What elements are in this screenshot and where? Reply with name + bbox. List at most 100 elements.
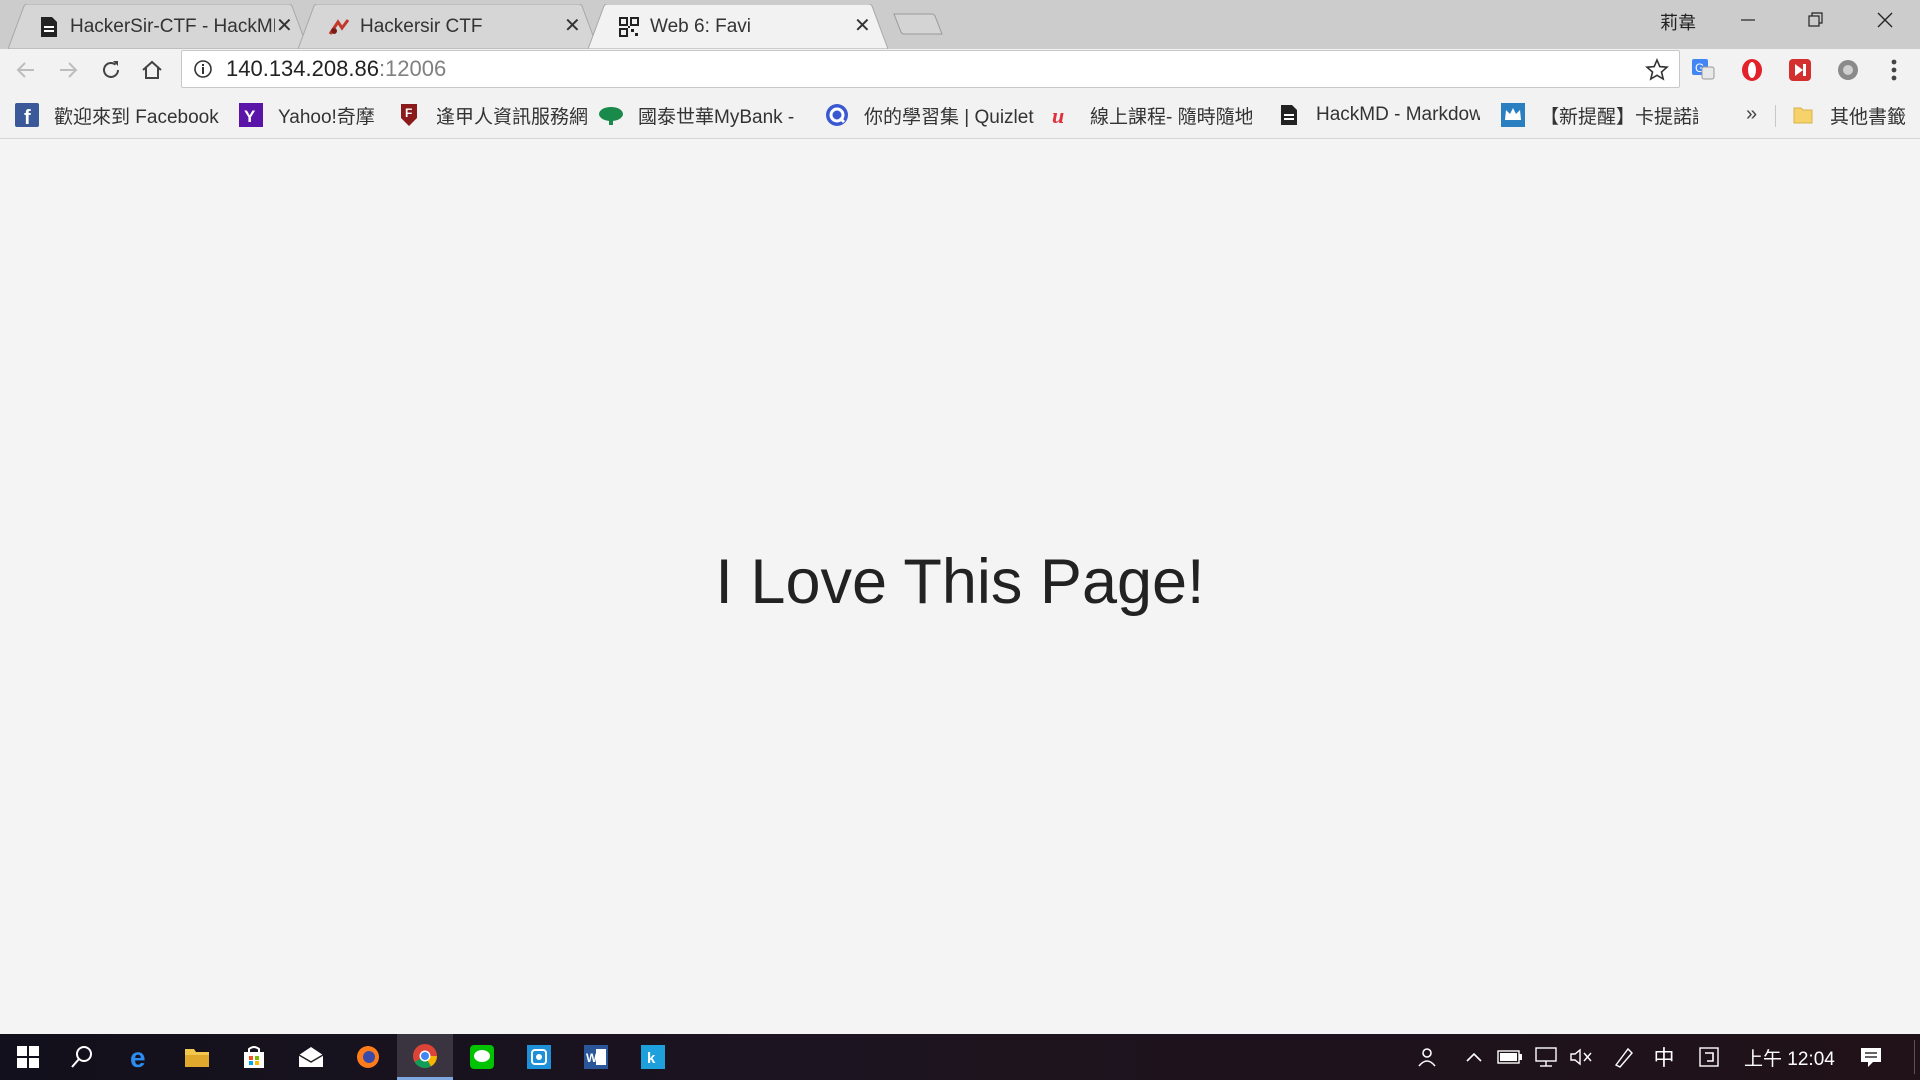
- reload-button[interactable]: [95, 54, 127, 86]
- close-tab-icon[interactable]: ✕: [564, 13, 581, 38]
- address-bar[interactable]: 140.134.208.86:12006: [181, 50, 1680, 88]
- people-button[interactable]: [1416, 1034, 1440, 1080]
- mail-icon: [298, 1047, 324, 1067]
- ime-options-button[interactable]: [1695, 1034, 1723, 1080]
- taskbar-word[interactable]: W: [568, 1034, 624, 1080]
- network-button[interactable]: [1532, 1034, 1560, 1080]
- opera-extension-icon[interactable]: [1738, 56, 1766, 84]
- bookmark-label: 線上課程- 隨時隨地: [1090, 106, 1252, 128]
- bookmark-label: 其他書籤: [1830, 106, 1907, 128]
- taskbar-chrome[interactable]: [397, 1034, 453, 1080]
- qr-icon: [618, 16, 640, 38]
- line-app-icon: [470, 1045, 494, 1069]
- home-icon: [142, 60, 162, 79]
- camera-app-icon: [527, 1045, 551, 1069]
- udemy-icon: u: [1050, 102, 1076, 128]
- ghost-extension-icon[interactable]: [1834, 56, 1862, 84]
- close-tab-icon[interactable]: ✕: [276, 13, 293, 38]
- quizlet-icon: [824, 102, 850, 128]
- reload-icon: [103, 61, 119, 78]
- url-host: 140.134.208.86: [226, 56, 379, 81]
- taskbar-app-k[interactable]: k: [625, 1034, 681, 1080]
- start-button[interactable]: [0, 1034, 56, 1080]
- tab-web6-favi[interactable]: Web 6: Favi ✕: [588, 4, 888, 49]
- taskbar-file-explorer[interactable]: [169, 1034, 225, 1080]
- taskbar-firefox[interactable]: [340, 1034, 396, 1080]
- home-button[interactable]: [136, 54, 168, 86]
- page-content: I Love This Page!: [0, 140, 1920, 1034]
- ime-icon: [1699, 1047, 1719, 1067]
- taskbar-mail[interactable]: [283, 1034, 339, 1080]
- tab-title: Web 6: Favi: [650, 15, 752, 37]
- svg-text:k: k: [647, 1050, 656, 1067]
- show-desktop-button[interactable]: [1914, 1040, 1915, 1074]
- bookmarks-divider: [1775, 105, 1776, 127]
- folder-icon: [1790, 102, 1816, 128]
- windows-icon: [17, 1046, 39, 1068]
- taskbar-app-camera[interactable]: [511, 1034, 567, 1080]
- cathay-tree-icon: [598, 102, 624, 128]
- network-icon: [1535, 1047, 1557, 1067]
- tab-hackersir[interactable]: Hackersir CTF ✕: [298, 4, 598, 49]
- search-button[interactable]: [54, 1034, 110, 1080]
- bookmark-label: Yahoo!奇摩: [278, 106, 375, 128]
- info-icon[interactable]: [192, 58, 214, 80]
- close-tab-icon[interactable]: ✕: [854, 13, 871, 38]
- more-bookmarks-button[interactable]: »: [1746, 103, 1757, 126]
- chrome-icon: [413, 1043, 437, 1068]
- ime-mode-indicator[interactable]: 中: [1650, 1034, 1678, 1080]
- back-arrow-icon: [16, 62, 34, 78]
- battery-button[interactable]: [1496, 1034, 1524, 1080]
- browser-toolbar: 140.134.208.86:12006 G: [0, 49, 1920, 91]
- bookmark-cathay[interactable]: 國泰世華MyBank - I: [598, 101, 798, 129]
- bookmark-label: 國泰世華MyBank - I: [638, 106, 798, 128]
- bookmark-hackmd[interactable]: HackMD - Markdow: [1276, 101, 1480, 129]
- taskbar-line[interactable]: [454, 1034, 510, 1080]
- people-icon: [1418, 1048, 1436, 1067]
- bookmark-label: 歡迎來到 Facebook: [54, 106, 219, 128]
- media-extension-icon[interactable]: [1786, 56, 1814, 84]
- profile-name[interactable]: 莉韋: [1660, 9, 1696, 35]
- bookmark-yahoo[interactable]: Y Yahoo!奇摩: [238, 101, 375, 129]
- battery-icon: [1497, 1050, 1522, 1064]
- show-hidden-icons-button[interactable]: [1462, 1034, 1486, 1080]
- forward-button[interactable]: [52, 54, 84, 86]
- tab-hackmd[interactable]: HackerSir-CTF - HackMD ✕: [8, 4, 308, 49]
- taskbar-edge[interactable]: e: [113, 1034, 169, 1080]
- minimize-icon: [1741, 19, 1755, 21]
- svg-text:e: e: [130, 1044, 146, 1070]
- facebook-icon: f: [14, 102, 40, 128]
- edge-icon: e: [130, 1044, 146, 1070]
- close-window-button[interactable]: [1850, 0, 1920, 40]
- bookmarks-bar: f 歡迎來到 Facebook Y Yahoo!奇摩 F 逢甲人資訊服務網 國泰…: [0, 91, 1920, 139]
- volume-button[interactable]: [1568, 1034, 1596, 1080]
- action-center-button[interactable]: [1856, 1034, 1886, 1080]
- bookmark-label: 【新提醒】卡提諾論: [1540, 106, 1698, 128]
- bookmark-star-icon[interactable]: [1643, 56, 1671, 84]
- svg-text:u: u: [1052, 103, 1064, 127]
- document-icon: [1276, 102, 1302, 128]
- bookmark-quizlet[interactable]: 你的學習集 | Quizlet: [824, 101, 1034, 129]
- bookmark-ck101[interactable]: 【新提醒】卡提諾論: [1500, 101, 1698, 129]
- bookmark-udemy[interactable]: u 線上課程- 隨時隨地: [1050, 101, 1252, 129]
- pen-icon: [1614, 1047, 1633, 1068]
- firefox-icon: [357, 1046, 379, 1068]
- clock[interactable]: 上午 12:04: [1744, 1034, 1835, 1080]
- new-tab-button[interactable]: [892, 12, 944, 36]
- fcu-icon: F: [396, 102, 422, 128]
- minimize-button[interactable]: [1713, 0, 1783, 40]
- menu-kebab-icon[interactable]: [1880, 56, 1908, 84]
- notification-icon: [1861, 1048, 1881, 1067]
- back-button[interactable]: [10, 54, 42, 86]
- pen-button[interactable]: [1610, 1034, 1638, 1080]
- bookmark-facebook[interactable]: f 歡迎來到 Facebook: [14, 101, 219, 129]
- bookmark-other-folder[interactable]: 其他書籤: [1790, 101, 1906, 129]
- bookmark-fcu[interactable]: F 逢甲人資訊服務網: [396, 101, 588, 129]
- page-heading: I Love This Page!: [715, 547, 1205, 617]
- taskbar-store[interactable]: [226, 1034, 282, 1080]
- restore-button[interactable]: [1781, 0, 1851, 40]
- bookmark-label: 你的學習集 | Quizlet: [864, 106, 1034, 128]
- google-translate-icon[interactable]: G: [1689, 56, 1717, 84]
- search-icon: [71, 1046, 92, 1068]
- word-icon: W: [584, 1045, 608, 1069]
